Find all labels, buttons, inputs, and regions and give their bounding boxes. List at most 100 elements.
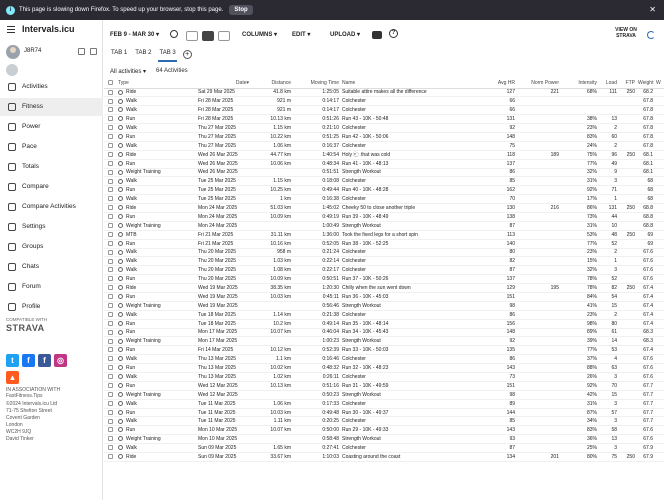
column-header[interactable]: Weight xyxy=(638,79,656,89)
refresh-icon[interactable] xyxy=(647,31,655,39)
name-cell[interactable]: Colchester xyxy=(342,123,482,133)
checkbox[interactable] xyxy=(108,107,113,113)
notes-icon[interactable] xyxy=(90,48,97,55)
name-cell[interactable]: Colchester xyxy=(342,399,482,409)
close-icon[interactable]: ✕ xyxy=(649,5,656,14)
name-cell[interactable]: Run 43 - 10K - 50:48 xyxy=(342,114,482,125)
row-select-cell[interactable] xyxy=(104,96,118,107)
row-select-cell[interactable] xyxy=(104,256,118,267)
calendar-icon[interactable] xyxy=(78,48,85,55)
instagram-icon[interactable]: ◎ xyxy=(54,354,67,367)
checkbox[interactable] xyxy=(108,418,113,424)
checkbox[interactable] xyxy=(108,391,113,397)
user-name[interactable]: J8R74 xyxy=(24,48,41,54)
view-list-button[interactable] xyxy=(202,31,214,41)
table-row[interactable]: Walk Thu 27 Mar 2025 1.06 km 0:16:37 Colches… xyxy=(104,141,664,151)
checkbox[interactable] xyxy=(108,294,113,300)
name-cell[interactable]: Holy 🐑 that was cold xyxy=(342,150,482,160)
name-cell[interactable]: Colchester xyxy=(342,265,482,276)
name-cell[interactable]: Suitable attire makes all the difference xyxy=(342,88,482,98)
row-select-cell[interactable] xyxy=(104,203,118,213)
checkbox[interactable] xyxy=(108,436,113,442)
checkbox[interactable] xyxy=(108,116,113,122)
name-cell[interactable]: Colchester xyxy=(342,372,482,382)
checkbox[interactable] xyxy=(108,249,113,255)
sidebar-item-power[interactable]: Power xyxy=(0,118,103,136)
row-select-cell[interactable] xyxy=(104,123,118,133)
brand-name[interactable]: Intervals.icu xyxy=(22,24,75,34)
column-header[interactable]: FTP xyxy=(620,79,638,89)
checkbox[interactable] xyxy=(108,445,113,451)
avatar[interactable] xyxy=(6,45,20,59)
row-select-cell[interactable] xyxy=(104,168,118,178)
name-cell[interactable]: Run 29 - 10K - 49:33 xyxy=(342,425,482,436)
checkbox[interactable] xyxy=(108,178,113,184)
name-cell[interactable]: Colchester xyxy=(342,443,482,454)
checkbox[interactable] xyxy=(108,196,113,202)
table-row[interactable]: Run Fri 14 Mar 2025 10.12 km 0:52:39 Run 33 … xyxy=(104,345,664,356)
name-cell[interactable]: Colchester xyxy=(342,176,482,187)
row-select-cell[interactable] xyxy=(104,345,118,356)
table-row[interactable]: Walk Thu 20 Mar 2025 1.08 km 0:22:17 Colches… xyxy=(104,265,664,276)
row-select-cell[interactable] xyxy=(104,319,118,329)
checkbox[interactable] xyxy=(108,142,113,148)
date-range-button[interactable]: FEB 9 - MAR 30 ▾ xyxy=(110,31,159,38)
name-cell[interactable]: Colchester xyxy=(342,256,482,267)
row-select-cell[interactable] xyxy=(104,354,118,365)
sidebar-item-chats[interactable]: Chats xyxy=(0,258,103,276)
name-cell[interactable]: Colchester xyxy=(342,248,482,258)
column-header[interactable]: Distance xyxy=(252,79,294,89)
column-header[interactable]: Moving Time xyxy=(294,79,342,89)
activity-filter[interactable]: All activities ▾ xyxy=(110,68,146,75)
name-cell[interactable]: Took the fixed legs for a short spin xyxy=(342,230,482,240)
row-select-cell[interactable] xyxy=(104,150,118,160)
checkbox[interactable] xyxy=(108,214,113,220)
checkbox[interactable] xyxy=(108,383,113,388)
user-row[interactable]: J8R74 xyxy=(6,45,100,61)
column-header[interactable]: Type xyxy=(118,79,198,89)
row-select-cell[interactable] xyxy=(104,265,118,276)
columns-button[interactable]: COLUMNS ▾ xyxy=(242,31,277,38)
name-cell[interactable]: Coasting around the coast xyxy=(342,452,482,462)
upload-button[interactable]: UPLOAD ▾ xyxy=(330,31,360,38)
row-select-cell[interactable] xyxy=(104,212,118,222)
table-row[interactable]: Walk Thu 20 Mar 2025 1.03 km 0:22:14 Colches… xyxy=(104,256,664,267)
checkbox[interactable] xyxy=(108,311,113,317)
name-cell[interactable]: Chilly when the sun went down xyxy=(342,283,482,293)
name-cell[interactable]: Run 39 - 10K - 48:49 xyxy=(342,212,482,222)
stop-button[interactable]: Stop xyxy=(229,5,253,15)
table-row[interactable]: Run Tue 18 Mar 2025 10.2 km 0:49:14 Run 35 -… xyxy=(104,319,664,329)
row-select-cell[interactable] xyxy=(104,230,118,240)
checkbox[interactable] xyxy=(108,125,113,131)
sidebar-item-compare[interactable]: Compare xyxy=(0,178,103,196)
table-row[interactable]: Ride Mon 24 Mar 2025 51.03 km 1:45:02 Cheeky… xyxy=(104,203,664,213)
table-row[interactable]: Run Wed 12 Mar 2025 10.13 km 0:51:16 Run 31 … xyxy=(104,381,664,391)
name-cell[interactable]: Run 36 - 10K - 45:03 xyxy=(342,292,482,302)
name-cell[interactable]: Colchester xyxy=(342,310,482,320)
column-header[interactable]: Name xyxy=(342,79,482,89)
table-row[interactable]: Walk Tue 11 Mar 2025 1.11 km 0:20:25 Colches… xyxy=(104,416,664,427)
column-header[interactable]: Load xyxy=(600,79,620,89)
sidebar-item-fitness[interactable]: Fitness xyxy=(0,98,103,116)
checkbox[interactable] xyxy=(108,98,113,104)
checkbox[interactable] xyxy=(108,80,113,86)
sidebar-item-settings[interactable]: Settings xyxy=(0,218,103,236)
name-cell[interactable]: Cheeky 50 to close another triple xyxy=(342,203,482,213)
sidebar-item-compare-activities[interactable]: Compare Activities xyxy=(0,198,103,216)
row-select-cell[interactable] xyxy=(104,381,118,391)
table-row[interactable]: Ride Sun 09 Mar 2025 33.67 km 1:10:03 Coasti… xyxy=(104,452,664,462)
table-row[interactable]: Ride Wed 26 Mar 2025 44.77 km 1:40:54 Holy 🐑… xyxy=(104,150,664,160)
name-cell[interactable]: Run 41 - 10K - 48:13 xyxy=(342,159,482,169)
athlete-avatar[interactable] xyxy=(6,64,18,76)
checkbox[interactable] xyxy=(108,356,113,362)
row-select-cell[interactable] xyxy=(104,416,118,427)
table-row[interactable]: Walk Thu 20 Mar 2025 958 m 0:21:24 Colcheste… xyxy=(104,248,664,258)
checkbox[interactable] xyxy=(108,347,113,353)
name-cell[interactable]: Run 34 - 10K - 45:43 xyxy=(342,328,482,338)
checkbox[interactable] xyxy=(108,134,113,140)
name-cell[interactable]: Run 37 - 10K - 50:26 xyxy=(342,274,482,285)
row-select-cell[interactable] xyxy=(104,105,118,116)
tab-1[interactable]: TAB 1 xyxy=(110,48,128,62)
table-row[interactable]: Walk Fri 28 Mar 2025 921 m 0:14:17 Colcheste… xyxy=(104,105,664,116)
row-select-cell[interactable] xyxy=(104,114,118,125)
